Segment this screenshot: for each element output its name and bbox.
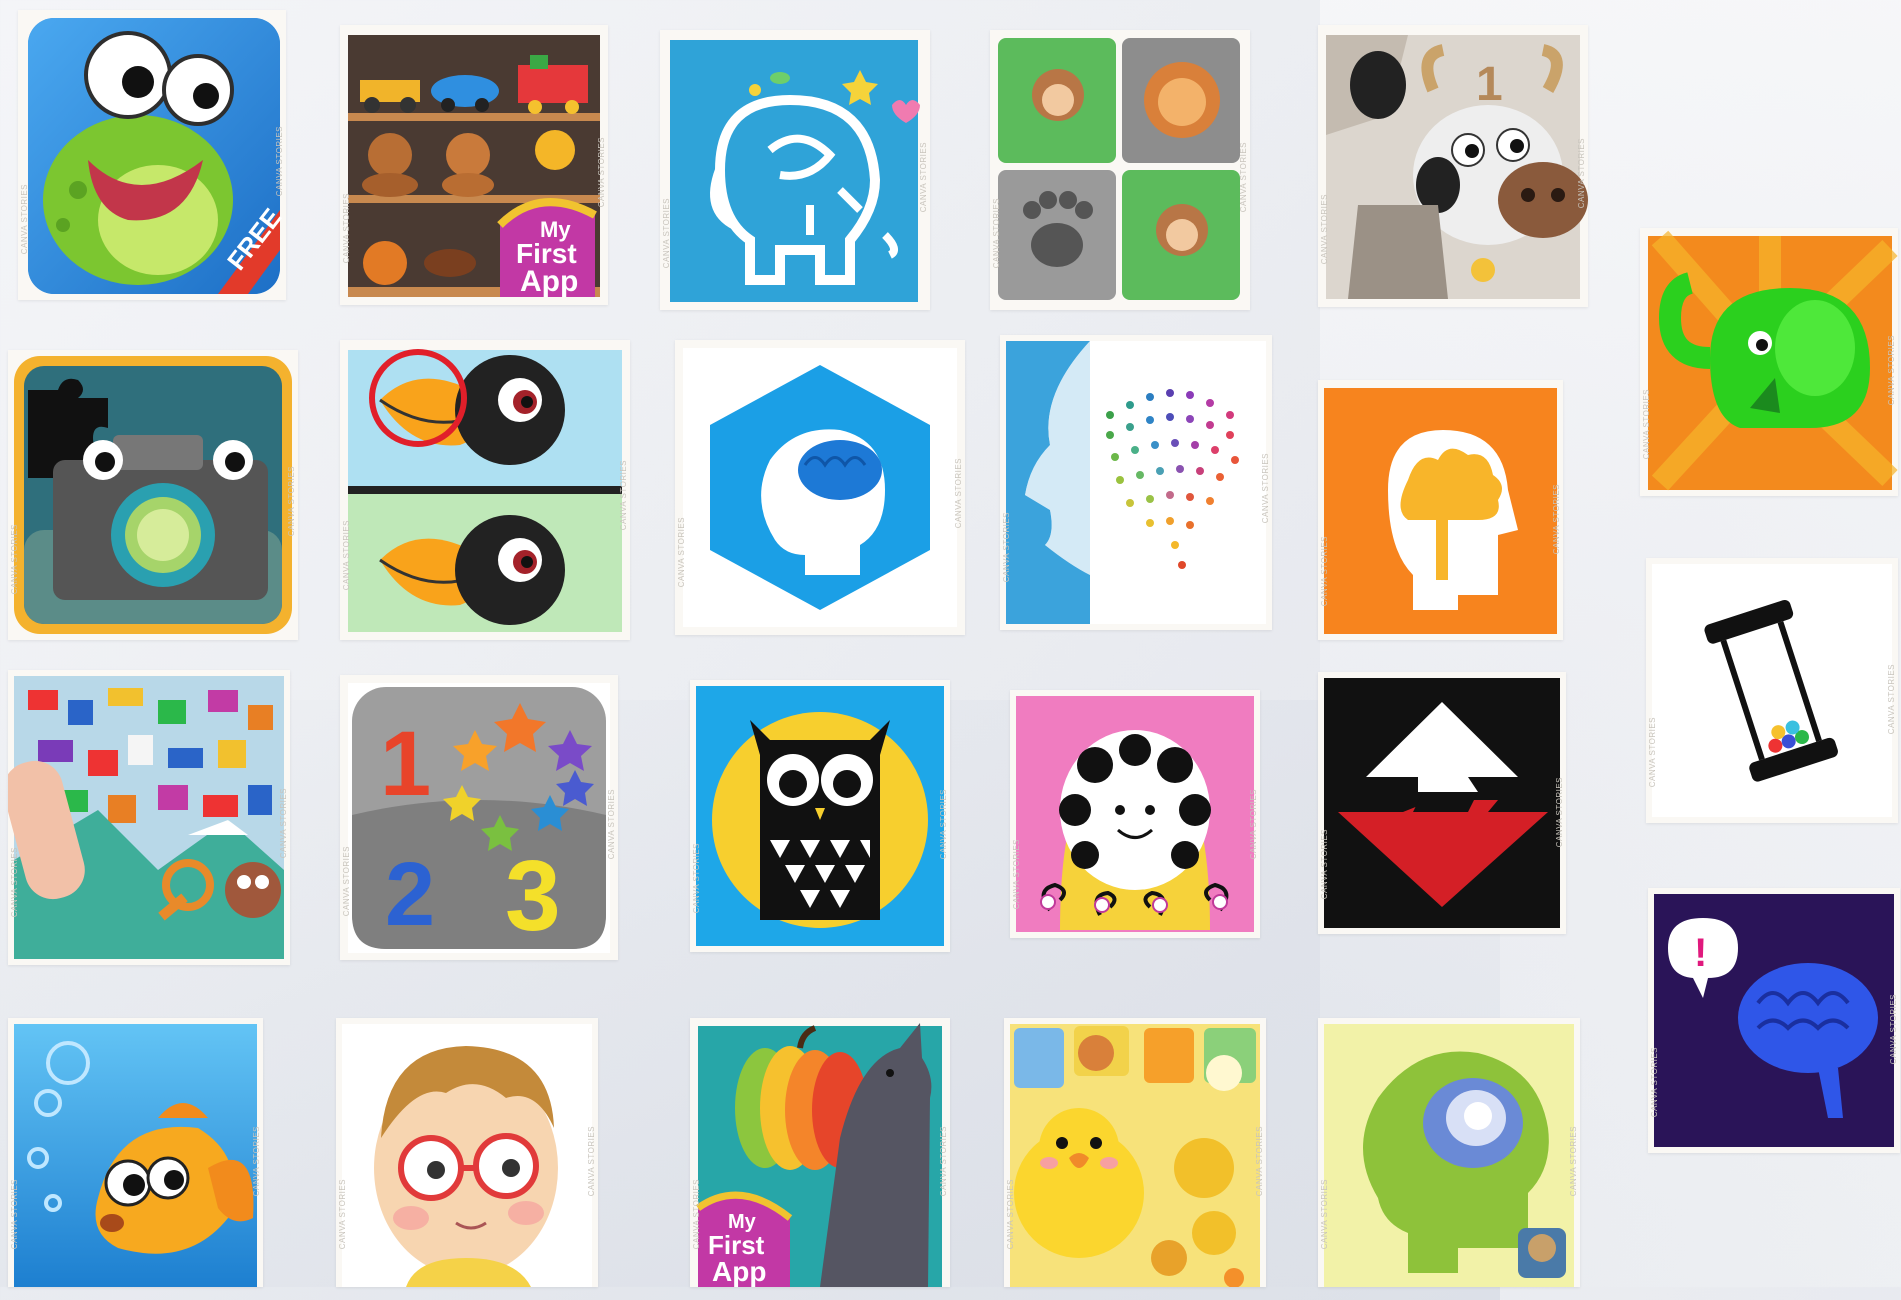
toucan-icon <box>348 349 622 632</box>
app-tile-lightbulb-head[interactable]: CANVA STORIES CANVA STORIES <box>1318 1018 1580 1287</box>
watermark-text: CANVA STORIES <box>692 1179 701 1250</box>
watermark-text: CANVA STORIES <box>692 843 701 914</box>
brain-head-icon <box>683 348 957 627</box>
lightbulb-head-icon <box>1324 1024 1574 1287</box>
camera-icon <box>14 356 292 634</box>
watermark-text: CANVA STORIES <box>1255 1125 1264 1196</box>
number-one-text: 1 <box>380 713 431 815</box>
elephant-icon <box>1648 230 1898 491</box>
watermark-text: CANVA STORIES <box>1887 335 1896 406</box>
app-tile-brain-speech[interactable]: ! CANVA STORIES CANVA STORIES <box>1648 888 1900 1153</box>
app-tile-peak-brain[interactable]: CANVA STORIES CANVA STORIES <box>1318 672 1566 934</box>
toy-shelf-icon: My First App <box>348 35 600 298</box>
watermark-text: CANVA STORIES <box>1648 717 1657 788</box>
watermark-text: CANVA STORIES <box>287 466 296 537</box>
watermark-text: CANVA STORIES <box>1569 1125 1578 1196</box>
fish-icon <box>14 1024 257 1287</box>
elephant-maze-icon <box>670 40 920 302</box>
app-tile-counting-numbers[interactable]: 1 2 3 CANVA STORIES CANVA STORIES <box>340 675 618 960</box>
app-tile-goldfish[interactable]: CANVA STORIES CANVA STORIES <box>8 1018 263 1287</box>
watermark-text: CANVA STORIES <box>1012 838 1021 910</box>
watermark-text: CANVA STORIES <box>1552 484 1561 555</box>
brain-icon: ! <box>1654 894 1894 1147</box>
peak-logo-icon <box>1324 678 1560 928</box>
app-tile-owl[interactable]: CANVA STORIES CANVA STORIES <box>690 680 950 952</box>
watermark-text: CANVA STORIES <box>10 524 19 595</box>
memory-cards-icon <box>998 38 1240 300</box>
watermark-text: CANVA STORIES <box>939 788 948 860</box>
my-first-app-logo-text: App <box>520 265 578 298</box>
pumpkin-wolf-icon: My First App <box>695 1023 942 1287</box>
app-tile-green-elephant[interactable]: CANVA STORIES CANVA STORIES <box>1640 228 1898 496</box>
app-tile-camera-puzzle[interactable]: CANVA STORIES CANVA STORIES <box>8 350 298 640</box>
cow-icon: 1 <box>1326 35 1588 299</box>
app-tile-chick-memory[interactable]: CANVA STORIES CANVA STORIES <box>1004 1018 1266 1287</box>
app-tile-find-difference-toucan[interactable]: CANVA STORIES CANVA STORIES <box>340 340 630 640</box>
app-tile-hidden-objects[interactable]: CANVA STORIES CANVA STORIES <box>8 670 290 965</box>
number-three-text: 3 <box>505 840 561 952</box>
watermark-text: CANVA STORIES <box>597 137 606 208</box>
watermark-text: CANVA STORIES <box>954 458 963 529</box>
app-tile-elevate-brain[interactable]: CANVA STORIES CANVA STORIES <box>675 340 965 635</box>
app-tile-octopus[interactable]: CANVA STORIES CANVA STORIES <box>1010 690 1260 938</box>
watermark-text: CANVA STORIES <box>10 847 19 918</box>
app-tile-animal-memory[interactable]: CANVA STORIES CANVA STORIES <box>990 30 1250 310</box>
watermark-text: CANVA STORIES <box>275 126 284 197</box>
app-tile-cow-puzzle[interactable]: 1 CANVA STORIES CANVA STORIES <box>1318 25 1588 307</box>
puzzle-number-text: 1 <box>1476 58 1503 111</box>
chick-icon <box>1010 1024 1260 1287</box>
watermark-text: CANVA STORIES <box>992 198 1001 269</box>
exclamation-mark-text: ! <box>1694 931 1707 975</box>
watermark-text: CANVA STORIES <box>279 788 288 859</box>
watermark-text: CANVA STORIES <box>1002 512 1011 583</box>
watermark-text: CANVA STORIES <box>1642 388 1651 460</box>
app-tile-hourglass[interactable]: CANVA STORIES CANVA STORIES <box>1646 558 1898 823</box>
watermark-text: CANVA STORIES <box>1320 1179 1329 1250</box>
watermark-text: CANVA STORIES <box>1320 536 1329 607</box>
hourglass-icon <box>1652 564 1892 817</box>
owl-icon <box>696 686 944 946</box>
watermark-text: CANVA STORIES <box>1320 829 1329 900</box>
hidden-objects-icon <box>8 676 284 959</box>
frog-icon: FREE <box>28 18 286 294</box>
watermark-text: CANVA STORIES <box>1006 1179 1015 1250</box>
watermark-text: CANVA STORIES <box>1261 453 1270 524</box>
watermark-text: CANVA STORIES <box>342 846 351 917</box>
watermark-text: CANVA STORIES <box>587 1125 596 1196</box>
my-first-app-logo-text: App <box>712 1256 766 1287</box>
app-tile-elephant-maze[interactable]: CANVA STORIES CANVA STORIES <box>660 30 930 310</box>
watermark-text: CANVA STORIES <box>919 142 928 213</box>
watermark-text: CANVA STORIES <box>662 198 671 269</box>
head-profile-icon <box>1006 341 1266 624</box>
app-tile-my-first-app-toys[interactable]: My First App CANVA STORIES CANVA STORIES <box>340 25 608 305</box>
watermark-text: CANVA STORIES <box>338 1179 347 1250</box>
app-tile-my-first-app-pumpkin[interactable]: My First App CANVA STORIES CANVA STORIES <box>690 1018 950 1287</box>
octopus-icon <box>1016 696 1254 932</box>
watermark-text: CANVA STORIES <box>342 193 351 264</box>
watermark-text: CANVA STORIES <box>677 517 686 588</box>
watermark-text: CANVA STORIES <box>939 1125 948 1196</box>
app-tile-dotted-brain-profile[interactable]: CANVA STORIES CANVA STORIES <box>1000 335 1272 630</box>
watermark-text: CANVA STORIES <box>1887 664 1896 735</box>
watermark-text: CANVA STORIES <box>1555 776 1564 848</box>
boy-icon <box>342 1024 592 1287</box>
number-two-text: 2 <box>385 845 435 945</box>
numbers-stars-icon: 1 2 3 <box>348 683 610 953</box>
app-tile-boy-with-glasses[interactable]: CANVA STORIES CANVA STORIES <box>336 1018 598 1287</box>
app-tile-lumosity[interactable]: CANVA STORIES CANVA STORIES <box>1318 380 1563 640</box>
lumosity-icon <box>1324 388 1557 634</box>
watermark-text: CANVA STORIES <box>342 520 351 591</box>
watermark-text: CANVA STORIES <box>1577 137 1586 209</box>
watermark-text: CANVA STORIES <box>10 1179 19 1250</box>
watermark-text: CANVA STORIES <box>607 789 616 860</box>
watermark-text: CANVA STORIES <box>619 460 628 531</box>
watermark-text: CANVA STORIES <box>1239 142 1248 213</box>
watermark-text: CANVA STORIES <box>1889 994 1898 1065</box>
watermark-text: CANVA STORIES <box>1650 1047 1659 1118</box>
watermark-text: CANVA STORIES <box>20 184 29 255</box>
app-tile-tap-the-frog[interactable]: FREE CANVA STORIES CANVA STORIES <box>18 10 286 300</box>
watermark-text: CANVA STORIES <box>1249 789 1258 860</box>
watermark-text: CANVA STORIES <box>1320 194 1329 265</box>
watermark-text: CANVA STORIES <box>252 1125 261 1196</box>
